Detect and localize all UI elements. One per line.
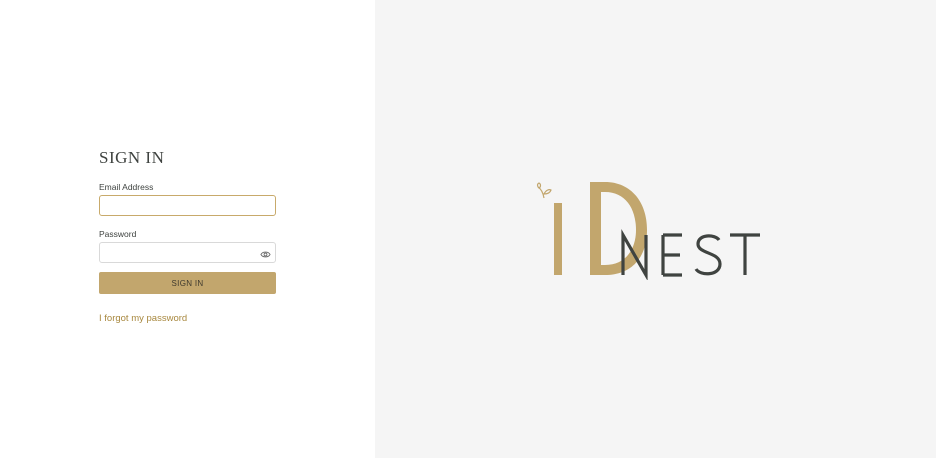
eye-icon[interactable] [260,247,271,258]
password-field-group: Password [99,229,276,263]
sign-in-form: SIGN IN Email Address Password SIGN IN I… [99,148,276,326]
login-page: SIGN IN Email Address Password SIGN IN I… [0,0,936,458]
leaf-icon [536,182,552,199]
logo-i-stem [554,203,562,275]
password-label: Password [99,229,137,239]
forgot-password-link[interactable]: I forgot my password [99,313,187,324]
logo-e-letter [661,233,682,277]
email-field-group: Email Address [99,182,276,216]
password-field[interactable] [99,242,276,263]
page-title: SIGN IN [99,148,165,167]
brand-panel [375,0,936,458]
password-wrapper [99,242,276,263]
idnest-logo [536,182,760,280]
login-panel: SIGN IN Email Address Password SIGN IN I… [0,0,375,458]
sign-in-button[interactable]: SIGN IN [99,272,276,294]
email-field[interactable] [99,195,276,216]
logo-t-letter [730,233,760,275]
email-label: Email Address [99,182,154,192]
logo-s-letter [694,234,722,276]
